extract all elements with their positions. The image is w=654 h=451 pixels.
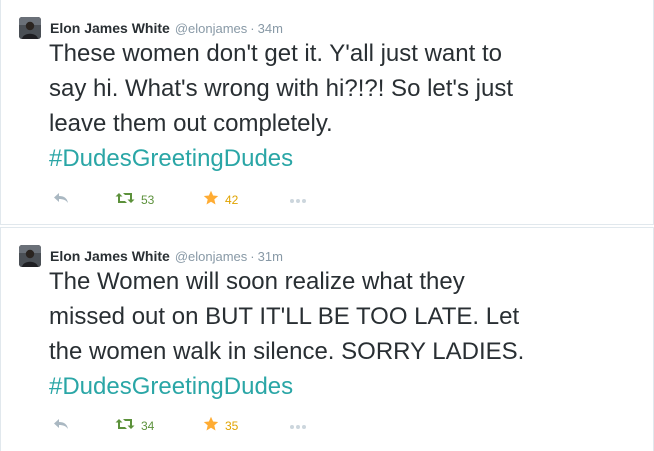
hashtag-link[interactable]: #DudesGreetingDudes — [49, 141, 639, 176]
more-icon — [289, 417, 307, 435]
star-icon — [203, 190, 219, 211]
favorite-count: 42 — [225, 193, 239, 207]
author-name[interactable]: Elon James White — [50, 248, 170, 264]
tweet-text: The Women will soon realize what they mi… — [49, 264, 639, 404]
retweet-button[interactable]: 34 — [115, 417, 203, 435]
reply-icon — [53, 191, 69, 209]
retweet-icon — [115, 191, 135, 209]
more-icon — [289, 191, 307, 209]
reply-button[interactable] — [53, 191, 115, 209]
tweet-text-line: leave them out completely. — [49, 110, 333, 137]
favorite-button[interactable]: 35 — [203, 416, 289, 437]
tweet-text: These women don't get it. Y'all just wan… — [49, 36, 639, 176]
tweet-text-line: missed out on BUT IT'LL BE TOO LATE. Let — [49, 303, 520, 330]
retweet-count: 34 — [141, 419, 155, 433]
tweet[interactable]: Elon James White @elonjames · 31m The Wo… — [0, 227, 654, 451]
avatar[interactable] — [19, 17, 41, 39]
favorite-count: 35 — [225, 419, 239, 433]
reply-icon — [53, 417, 69, 435]
star-icon — [203, 416, 219, 437]
tweet-text-line: These women don't get it. Y'all just wan… — [49, 40, 502, 67]
tweet-actions: 34 35 — [53, 416, 307, 436]
favorite-button[interactable]: 42 — [203, 190, 289, 211]
retweet-count: 53 — [141, 193, 155, 207]
tweet-text-line: say hi. What's wrong with hi?!?! So let'… — [49, 75, 514, 102]
tweet[interactable]: Elon James White @elonjames · 34m These … — [0, 0, 654, 225]
author-name[interactable]: Elon James White — [50, 20, 170, 36]
hashtag-link[interactable]: #DudesGreetingDudes — [49, 369, 639, 404]
more-button[interactable] — [289, 417, 307, 435]
reply-button[interactable] — [53, 417, 115, 435]
tweet-text-line: the women walk in silence. SORRY LADIES. — [49, 338, 525, 365]
separator: · — [250, 20, 255, 36]
tweet-actions: 53 42 — [53, 190, 307, 210]
separator: · — [250, 248, 255, 264]
more-button[interactable] — [289, 191, 307, 209]
retweet-button[interactable]: 53 — [115, 191, 203, 209]
timestamp[interactable]: 31m — [258, 249, 283, 264]
author-handle[interactable]: @elonjames — [175, 21, 247, 36]
retweet-icon — [115, 417, 135, 435]
avatar[interactable] — [19, 245, 41, 267]
tweet-text-line: The Women will soon realize what they — [49, 268, 465, 295]
timestamp[interactable]: 34m — [258, 21, 283, 36]
author-handle[interactable]: @elonjames — [175, 249, 247, 264]
